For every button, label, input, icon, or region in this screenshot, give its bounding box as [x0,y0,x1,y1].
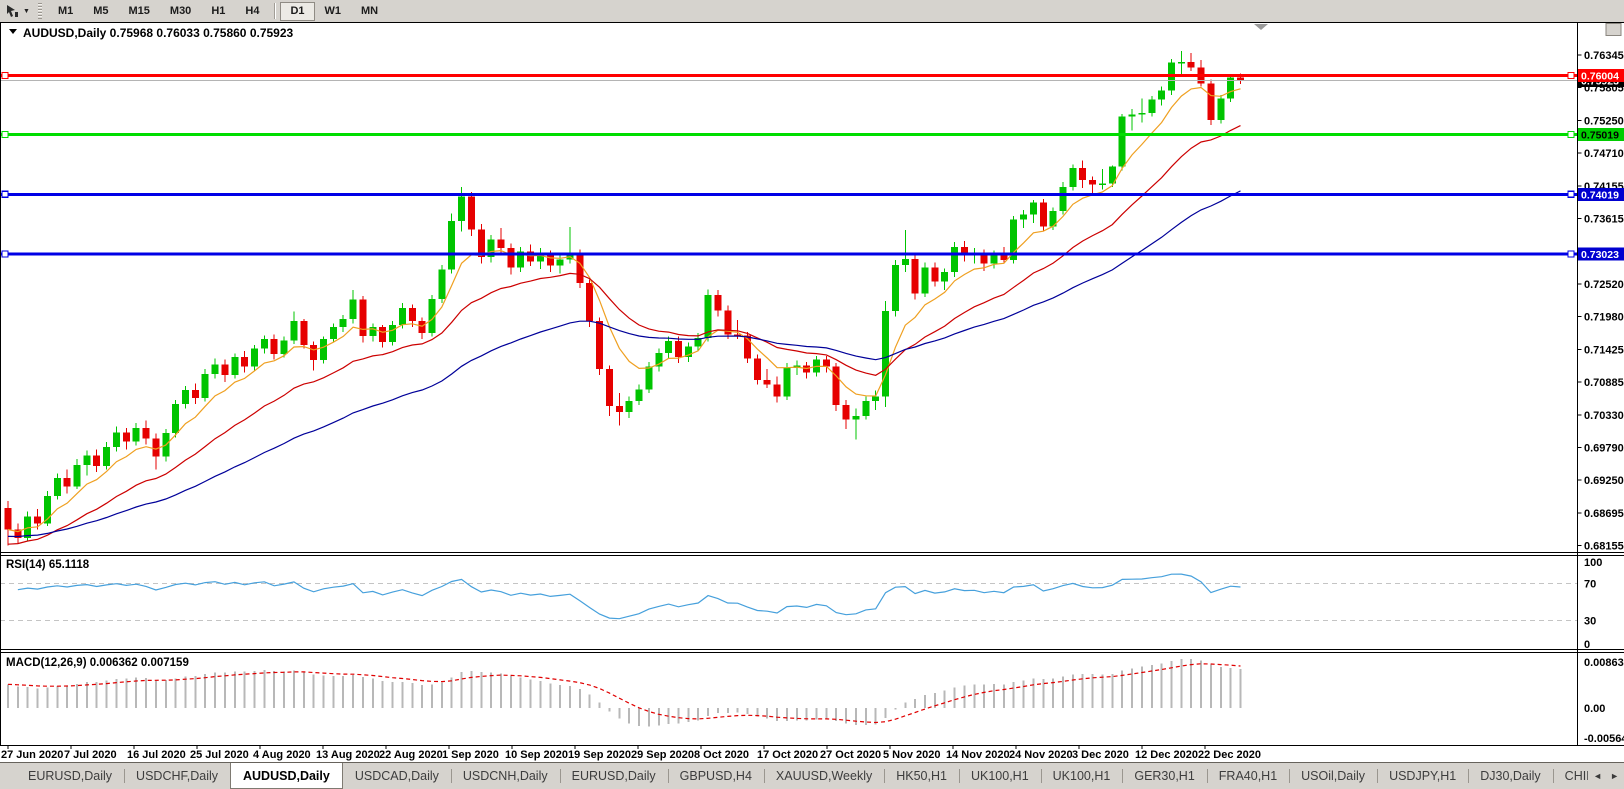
chart-tab-DJ30,Daily[interactable]: DJ30,Daily [1468,763,1552,789]
svg-text:4 Aug 2020: 4 Aug 2020 [253,749,311,761]
tabs-scroll-left-button[interactable]: ◄ [1591,770,1604,783]
timeframe-button-M30[interactable]: M30 [160,2,201,21]
chart-tab-FRA40,H1[interactable]: FRA40,H1 [1206,763,1289,789]
svg-text:70: 70 [1584,579,1596,591]
svg-text:27 Oct 2020: 27 Oct 2020 [820,749,881,761]
svg-text:0.73023: 0.73023 [1581,249,1619,261]
svg-text:0.71980: 0.71980 [1584,311,1624,323]
svg-text:12 Dec 2020: 12 Dec 2020 [1135,749,1198,761]
chart-tab-EURUSD,Daily[interactable]: EURUSD,Daily [16,763,124,789]
toolbar-grip [37,3,42,19]
svg-text:AUDUSD,Daily 0.75968 0.76033: AUDUSD,Daily 0.75968 0.76033 0.75860 0.7… [23,26,294,40]
svg-text:0.76004: 0.76004 [1581,70,1619,82]
svg-text:0: 0 [1584,639,1590,651]
svg-text:29 Sep 2020: 29 Sep 2020 [631,749,694,761]
svg-text:13 Aug 2020: 13 Aug 2020 [316,749,380,761]
axis-corner-box [1605,23,1622,36]
chart-tab-USOil,Daily[interactable]: USOil,Daily [1289,763,1377,789]
svg-text:5 Nov 2020: 5 Nov 2020 [883,749,940,761]
svg-text:100: 100 [1584,557,1602,569]
svg-text:0.74710: 0.74710 [1584,148,1624,160]
timeframe-button-D1[interactable]: D1 [280,1,315,21]
chart-tab-USDCHF,Daily[interactable]: USDCHF,Daily [124,763,230,789]
chart-tab-GER30,H1[interactable]: GER30,H1 [1122,763,1206,789]
price-badge-0.73023: 0.73023 [1578,247,1624,261]
svg-text:17 Oct 2020: 17 Oct 2020 [757,749,818,761]
chart-tab-UK100,H1[interactable]: UK100,H1 [1040,763,1123,789]
chart-tab-HK50,H1[interactable]: HK50,H1 [884,763,959,789]
svg-text:30: 30 [1584,615,1596,627]
timeframe-button-H4[interactable]: H4 [235,2,269,21]
svg-text:3 Dec 2020: 3 Dec 2020 [1072,749,1129,761]
svg-text:0.70885: 0.70885 [1584,377,1624,389]
svg-text:0.69790: 0.69790 [1584,443,1624,455]
chart-tab-AUDUSD,Daily[interactable]: AUDUSD,Daily [230,763,343,789]
svg-text:1 Sep 2020: 1 Sep 2020 [442,749,499,761]
rsi-label: RSI(14) 65.1118 [6,559,90,571]
price-badge-0.74019: 0.74019 [1578,187,1624,201]
svg-text:22 Aug 2020: 22 Aug 2020 [379,749,443,761]
timeframe-button-M15[interactable]: M15 [119,2,160,21]
svg-text:0.75250: 0.75250 [1584,116,1624,128]
chart-tab-USDCAD,Daily[interactable]: USDCAD,Daily [343,763,451,789]
svg-text:0.008633: 0.008633 [1584,657,1624,669]
svg-text:7 Jul 2020: 7 Jul 2020 [64,749,117,761]
svg-text:25 Jul 2020: 25 Jul 2020 [190,749,249,761]
chart-tab-bar: EURUSD,Daily USDCHF,Daily AUDUSD,Daily USDC… [0,762,1624,789]
timeframe-buttons: M1 M5 M15 M30 H1 H4 D1 W1 MN [48,0,388,22]
macd-label: MACD(12,26,9) 0.006362 0.007159 [6,657,189,669]
svg-text:27 Jun 2020: 27 Jun 2020 [1,749,63,761]
svg-text:0.71425: 0.71425 [1584,345,1624,357]
svg-text:14 Nov 2020: 14 Nov 2020 [946,749,1010,761]
svg-text:19 Sep 2020: 19 Sep 2020 [568,749,631,761]
chart-tab-XAUUSD,Weekly[interactable]: XAUUSD,Weekly [763,763,884,789]
chevron-down-icon: ▼ [23,7,30,15]
svg-text:0.70330: 0.70330 [1584,410,1624,422]
svg-text:8 Oct 2020: 8 Oct 2020 [694,749,749,761]
svg-text:0.74019: 0.74019 [1581,189,1619,201]
svg-text:0.69250: 0.69250 [1584,475,1624,487]
timeframe-button-M5[interactable]: M5 [83,2,118,21]
date-axis[interactable]: 27 Jun 2020 7 Jul 2020 16 Jul 2020 25 Jul 2… [1,746,1261,761]
chart-cursor-icon [6,4,20,18]
svg-text:0.72520: 0.72520 [1584,279,1624,291]
chart-tab-USDJPY,H1[interactable]: USDJPY,H1 [1377,763,1468,789]
timeframe-button-H1[interactable]: H1 [201,2,235,21]
charts-dropdown-button[interactable]: ▼ [2,2,34,20]
svg-text:24 Nov 2020: 24 Nov 2020 [1009,749,1073,761]
svg-text:0.76345: 0.76345 [1584,50,1624,62]
timeframe-toolbar: ▼ M1 M5 M15 M30 H1 H4 D1 W1 MN [0,0,1624,22]
price-badge-0.75019: 0.75019 [1578,127,1624,141]
svg-text:10 Sep 2020: 10 Sep 2020 [505,749,568,761]
svg-text:22 Dec 2020: 22 Dec 2020 [1198,749,1261,761]
chart-tab-GBPUSD,H4[interactable]: GBPUSD,H4 [667,763,764,789]
svg-text:0.75019: 0.75019 [1581,129,1619,141]
chart-tab-USDCNH,Daily[interactable]: USDCNH,Daily [450,763,560,789]
toolbar-separator [274,3,276,19]
svg-text:0.00: 0.00 [1584,703,1605,715]
chart-tab-EURUSD,Daily[interactable]: EURUSD,Daily [559,763,668,789]
timeframe-button-M1[interactable]: M1 [48,2,83,21]
svg-text:0.68695: 0.68695 [1584,508,1624,520]
svg-text:0.73615: 0.73615 [1584,213,1624,225]
svg-text:-0.005641: -0.005641 [1584,733,1624,745]
timeframe-button-MN[interactable]: MN [351,2,388,21]
svg-text:16 Jul 2020: 16 Jul 2020 [127,749,186,761]
chart-tab-UK100,H1[interactable]: UK100,H1 [958,763,1041,789]
timeframe-button-W1[interactable]: W1 [315,2,352,21]
chart-tabs: EURUSD,Daily USDCHF,Daily AUDUSD,Daily USDC… [0,763,1624,789]
tab-scroll-controls: ◄ ► [1588,763,1624,789]
svg-text:0.68155: 0.68155 [1584,540,1624,552]
chart-title: AUDUSD,Daily 0.75968 0.76033 0.75860 0.7… [9,26,294,40]
chart-canvas[interactable]: RSI(14) 65.1118 MACD(12,26,9) 0.006362 0.… [0,22,1624,762]
tabs-scroll-right-button[interactable]: ► [1608,770,1621,783]
price-badge-0.76004: 0.76004 [1578,68,1624,82]
